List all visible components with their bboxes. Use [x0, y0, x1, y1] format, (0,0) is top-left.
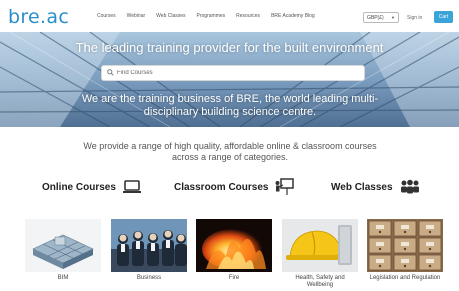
category-tiles: BIM Business Fire Health, Safety and Wel… — [25, 219, 445, 291]
nav-resources[interactable]: Resources — [236, 13, 260, 19]
laptop-icon — [122, 180, 141, 193]
intro-text: We provide a range of high quality, affo… — [83, 141, 377, 162]
tile-bim[interactable]: BIM — [25, 219, 101, 282]
site-header: bre.ac Courses Webinar Web Classes Progr… — [0, 0, 459, 32]
category-online-courses[interactable]: Online Courses — [42, 177, 142, 197]
course-search[interactable] — [101, 65, 365, 81]
chevron-down-icon: ▼ — [391, 15, 395, 20]
tile-fire[interactable]: Fire — [196, 219, 272, 282]
filing-drawers-image — [367, 219, 443, 272]
hero-subtitle: We are the training business of BRE, the… — [81, 93, 379, 118]
category-classroom-courses[interactable]: Classroom Courses — [174, 177, 295, 197]
tile-legislation-regulation[interactable]: Legislation and Regulation — [367, 219, 443, 282]
business-image — [111, 219, 187, 272]
tile-health-safety[interactable]: Health, Safety and Wellbeing — [282, 219, 358, 288]
cart-button[interactable]: Cart — [434, 11, 453, 23]
tile-label: Business — [136, 275, 162, 281]
bim-image — [25, 219, 101, 272]
currency-value: GBP(£) — [367, 15, 384, 21]
nav-courses[interactable]: Courses — [97, 13, 116, 19]
fire-image — [196, 219, 272, 272]
sign-in-link[interactable]: Sign in — [407, 15, 422, 21]
nav-blog[interactable]: BRE Academy Blog — [271, 13, 315, 19]
hero-banner: The leading training provider for the bu… — [0, 32, 459, 127]
category-label: Web Classes — [331, 181, 393, 193]
nav-programmes[interactable]: Programmes — [197, 13, 226, 19]
tile-label: Legislation and Regulation — [369, 275, 441, 281]
presenter-icon — [275, 178, 295, 195]
category-label: Online Courses — [42, 181, 116, 193]
tile-business[interactable]: Business — [111, 219, 187, 282]
group-icon — [400, 179, 419, 194]
search-icon — [107, 69, 114, 76]
category-label: Classroom Courses — [174, 181, 269, 193]
tile-label: Fire — [228, 275, 240, 281]
logo[interactable]: bre.ac — [8, 6, 69, 28]
nav-webinar[interactable]: Webinar — [127, 13, 146, 19]
tile-label: BIM — [57, 275, 69, 281]
hard-hat-image — [282, 219, 358, 272]
category-web-classes[interactable]: Web Classes — [331, 177, 421, 197]
tile-label: Health, Safety and Wellbeing — [295, 275, 345, 288]
nav-web-classes[interactable]: Web Classes — [156, 13, 185, 19]
main-nav: Courses Webinar Web Classes Programmes R… — [97, 13, 326, 19]
search-input[interactable] — [117, 67, 357, 79]
currency-select[interactable]: GBP(£) ▼ — [363, 12, 399, 23]
hero-title: The leading training provider for the bu… — [75, 40, 384, 55]
